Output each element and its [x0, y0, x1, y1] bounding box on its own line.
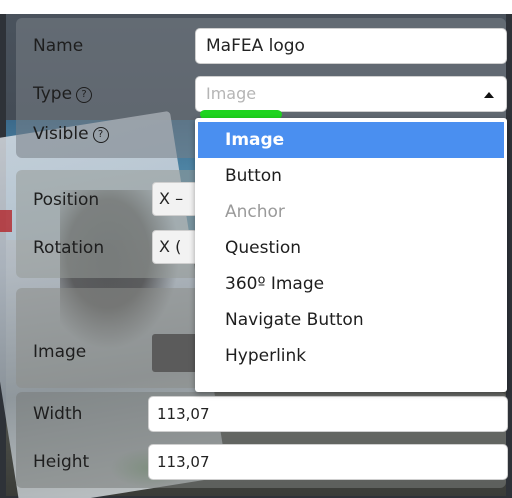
properties-panel: Name MaFEA logo Type? Image Visible? Pos… — [0, 0, 512, 498]
rotation-x-input[interactable]: X ( — [152, 230, 198, 264]
width-label: Width — [33, 404, 83, 424]
height-input[interactable]: 113,07 — [148, 444, 508, 480]
type-label-text: Type — [33, 84, 73, 104]
position-label: Position — [33, 190, 100, 210]
rotation-x-label: X — [159, 237, 170, 256]
rotation-label: Rotation — [33, 238, 105, 258]
type-label: Type? — [33, 84, 93, 104]
position-x-input[interactable]: X – — [152, 182, 198, 216]
dropdown-option-hyperlink[interactable]: Hyperlink — [195, 338, 507, 374]
dropdown-option-image[interactable]: Image — [198, 122, 504, 158]
type-select[interactable]: Image — [195, 76, 507, 112]
dropdown-option-anchor: Anchor — [225, 202, 285, 222]
dropdown-option-question[interactable]: Question — [195, 230, 507, 266]
visible-label-text: Visible — [33, 124, 89, 144]
type-dropdown-menu: Image Button Anchor Question 360º Image Navig… — [195, 118, 507, 392]
dropdown-option-button[interactable]: Button — [195, 158, 507, 194]
type-select-value: Image — [206, 84, 257, 103]
visible-label: Visible? — [33, 124, 109, 144]
name-input[interactable]: MaFEA logo — [195, 28, 507, 64]
dropdown-option-360-image[interactable]: 360º Image — [195, 266, 507, 302]
chevron-up-icon — [484, 92, 494, 98]
rotation-x-value: ( — [175, 237, 182, 256]
name-label: Name — [33, 36, 84, 56]
image-label: Image — [33, 342, 87, 362]
height-label: Height — [33, 452, 90, 472]
help-icon[interactable]: ? — [92, 127, 109, 143]
width-input[interactable]: 113,07 — [148, 396, 508, 432]
position-x-label: X — [159, 189, 170, 208]
image-picker-button[interactable] — [152, 334, 200, 372]
dropdown-option-navigate-button[interactable]: Navigate Button — [195, 302, 507, 338]
help-icon[interactable]: ? — [76, 87, 93, 103]
position-x-value: – — [175, 189, 184, 208]
